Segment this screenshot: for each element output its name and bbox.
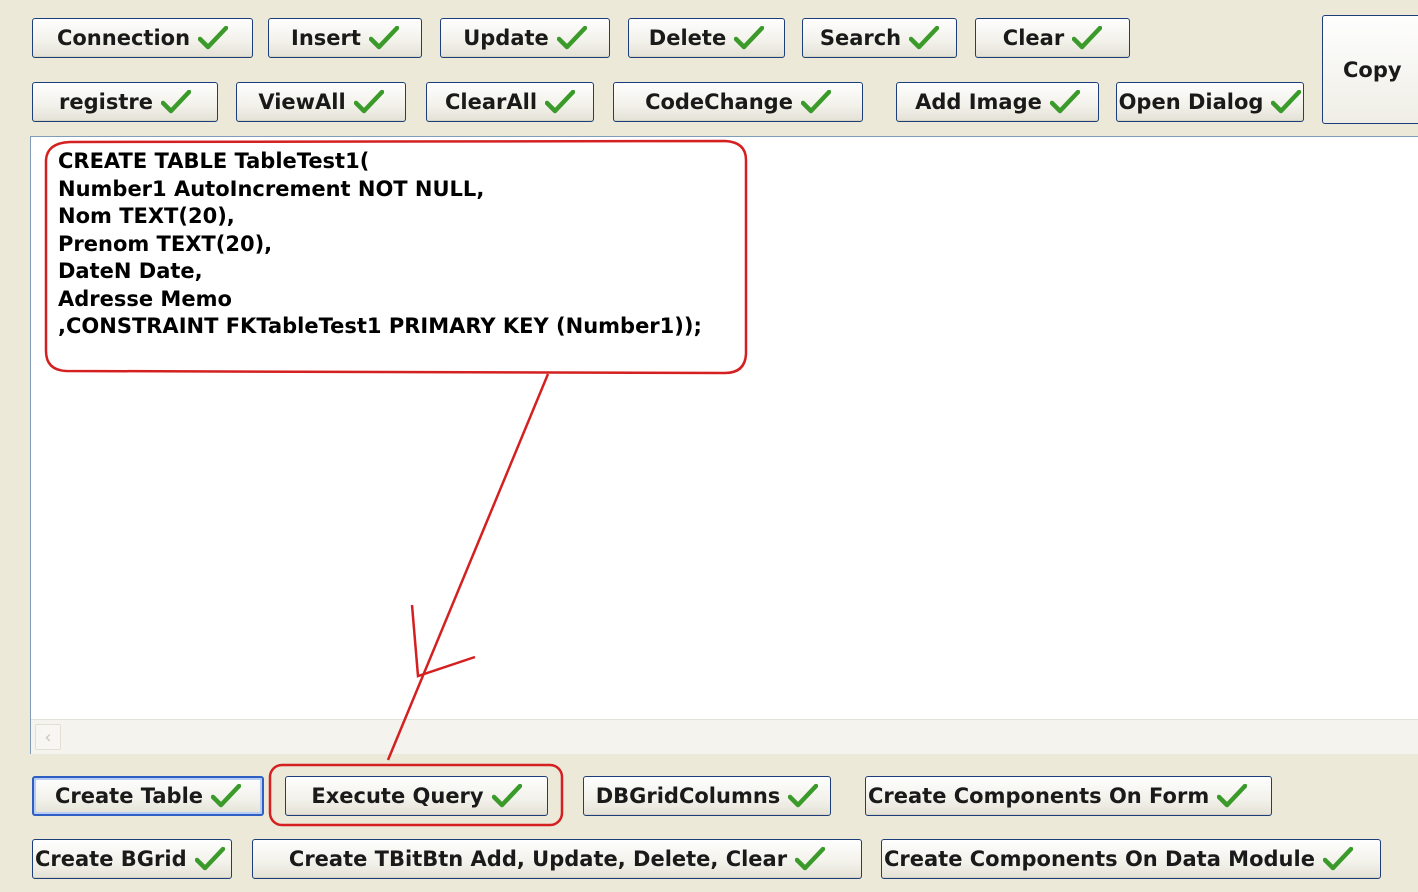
annotation-box-sql — [44, 139, 748, 375]
annotation-overlay — [44, 139, 748, 827]
annotation-arrow-head — [410, 604, 476, 678]
annotation-box-execute-query — [268, 763, 564, 827]
annotation-arrow-line — [386, 373, 550, 761]
